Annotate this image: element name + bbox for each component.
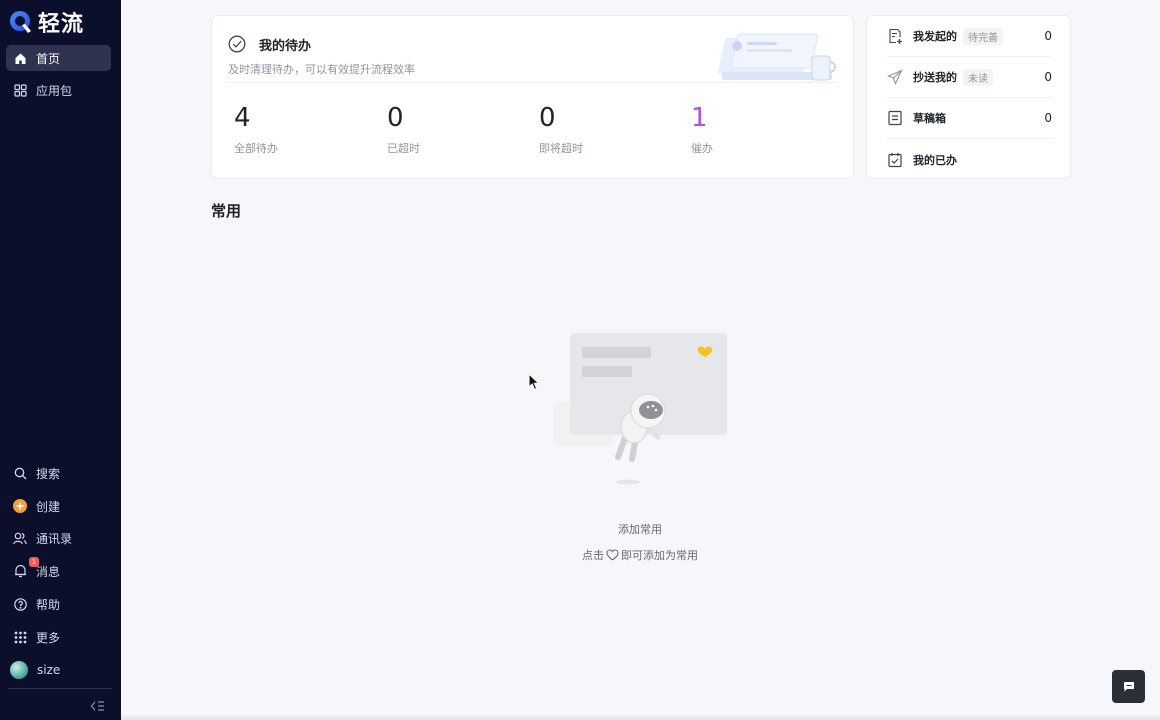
apps-icon <box>13 630 27 644</box>
sidebar-item-help[interactable]: 帮助 <box>6 591 111 617</box>
doc-plus-icon <box>889 28 902 44</box>
sidebar-item-label: size <box>37 663 61 677</box>
side-panel-card: 我发起的 待完善 0 抄送我的 未读 0 草稿箱 0 我的已办 <box>866 15 1071 179</box>
draft-icon <box>888 110 902 126</box>
avatar <box>10 661 28 679</box>
sidebar-divider <box>8 688 112 689</box>
sidebar-item-app-package[interactable]: 应用包 <box>6 77 111 103</box>
chat-support-button[interactable] <box>1112 670 1145 703</box>
sidebar-item-home[interactable]: 首页 <box>6 45 111 71</box>
side-item-label: 我发起的 <box>913 30 957 43</box>
collapse-icon <box>90 701 104 711</box>
side-item-count: 0 <box>1044 111 1052 125</box>
bell-icon <box>13 564 27 578</box>
stat-label: 即将超时 <box>539 142 583 155</box>
common-section-title: 常用 <box>211 202 242 220</box>
stat-all-todo[interactable]: 4 全部待办 <box>234 102 278 156</box>
side-item-initiated[interactable]: 我发起的 待完善 0 <box>887 16 1052 57</box>
empty-state-hint: 点击 即可添加为常用 <box>540 547 740 563</box>
empty-state-title: 添加常用 <box>618 523 662 536</box>
sidebar-item-contacts[interactable]: 通讯录 <box>6 525 111 551</box>
search-icon <box>13 466 27 480</box>
sidebar-item-label: 应用包 <box>36 83 73 98</box>
hint-prefix: 点击 <box>582 549 604 562</box>
sidebar-item-messages[interactable]: 消息 <box>6 558 111 584</box>
sidebar-item-label: 首页 <box>36 51 61 66</box>
sidebar-item-search[interactable]: 搜索 <box>6 460 111 486</box>
send-icon <box>887 69 903 85</box>
side-item-drafts[interactable]: 草稿箱 0 <box>887 98 1052 139</box>
bottom-edge <box>121 715 1160 720</box>
todo-illustration <box>718 33 836 81</box>
side-item-label: 草稿箱 <box>913 112 946 125</box>
todo-subtitle: 及时清理待办，可以有效提升流程效率 <box>228 63 415 76</box>
heart-icon <box>606 549 619 561</box>
sidebar-item-label: 帮助 <box>36 597 61 612</box>
side-item-cc[interactable]: 抄送我的 未读 0 <box>887 57 1052 98</box>
sidebar-item-profile[interactable]: size <box>6 657 111 683</box>
help-icon <box>13 597 27 611</box>
side-item-done[interactable]: 我的已办 <box>887 139 1052 180</box>
calendar-check-icon <box>888 152 902 167</box>
sidebar-item-label: 创建 <box>36 499 61 514</box>
home-icon <box>13 51 27 65</box>
empty-state-illustration <box>554 333 727 485</box>
stat-label: 催办 <box>691 142 713 155</box>
plus-circle-icon <box>13 499 27 513</box>
grid-icon <box>13 83 27 97</box>
sidebar-item-label: 更多 <box>36 630 61 645</box>
collapse-sidebar-button[interactable] <box>90 698 106 712</box>
app-logo[interactable]: 轻流 <box>8 6 84 38</box>
stat-value: 1 <box>691 103 708 133</box>
status-badge: 待完善 <box>963 27 1003 45</box>
mouse-cursor-icon <box>528 373 540 391</box>
check-circle-icon <box>228 35 246 53</box>
stat-due-soon[interactable]: 0 即将超时 <box>539 102 583 156</box>
hint-suffix: 即可添加为常用 <box>621 549 698 562</box>
sidebar: 轻流 首页 应用包 搜索 创建 通讯录 消息 1 帮助 更多 size <box>0 0 121 720</box>
status-badge: 未读 <box>963 68 993 86</box>
sidebar-item-label: 通讯录 <box>36 531 73 546</box>
sidebar-item-more[interactable]: 更多 <box>6 624 111 650</box>
stat-value: 4 <box>234 103 251 133</box>
stat-label: 已超时 <box>387 142 420 155</box>
stat-value: 0 <box>387 103 404 133</box>
stat-urged[interactable]: 1 催办 <box>691 102 713 156</box>
message-badge: 1 <box>29 557 39 567</box>
todo-card: 我的待办 及时清理待办，可以有效提升流程效率 4 全部待办 0 已超时 0 即将… <box>211 15 854 179</box>
sidebar-item-label: 消息 <box>36 564 61 579</box>
sidebar-item-create[interactable]: 创建 <box>6 493 111 519</box>
side-item-count: 0 <box>1044 29 1052 43</box>
sidebar-item-label: 搜索 <box>36 466 61 481</box>
todo-title: 我的待办 <box>259 39 312 54</box>
stat-value: 0 <box>539 103 556 133</box>
app-name: 轻流 <box>38 12 85 37</box>
stat-label: 全部待办 <box>234 142 278 155</box>
logo-icon <box>10 11 31 33</box>
chat-icon <box>1123 682 1134 692</box>
contacts-icon <box>13 531 27 545</box>
side-item-label: 抄送我的 <box>913 71 957 84</box>
side-item-count: 0 <box>1044 70 1052 84</box>
stat-overdue[interactable]: 0 已超时 <box>387 102 420 156</box>
side-item-label: 我的已办 <box>913 153 957 167</box>
